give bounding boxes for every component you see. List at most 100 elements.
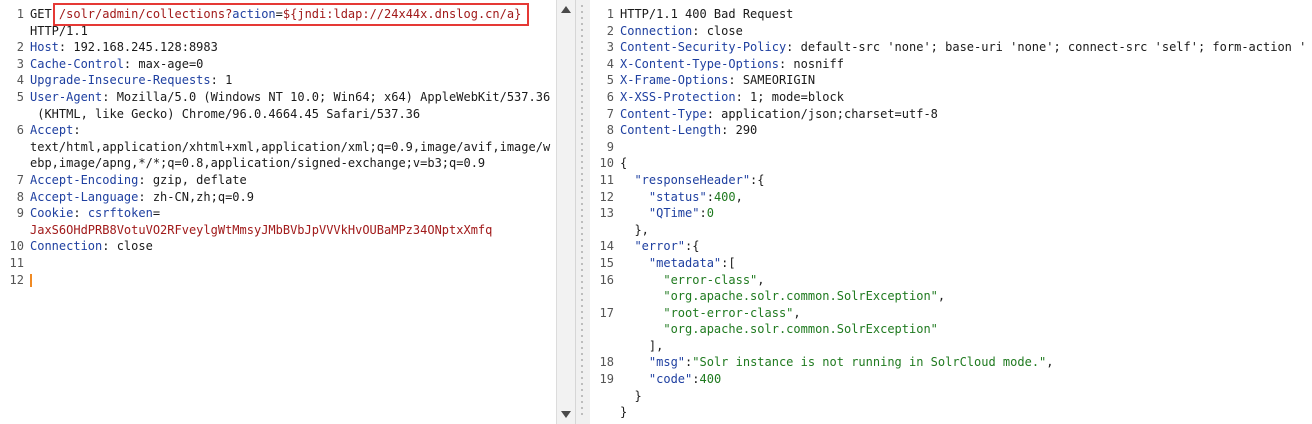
code-token: : 290 [721, 123, 758, 138]
line-number [0, 155, 30, 172]
code-token: Content-Type [620, 106, 707, 121]
request-lines: 1 GET /solr/admin/collections?action=${jn… [0, 0, 556, 288]
line-number: 11 [599, 172, 614, 187]
line-content: } [620, 404, 627, 421]
line-content: } [620, 388, 642, 405]
line-content: Content-Type: application/json;charset=u… [620, 106, 938, 123]
code-token: , [757, 272, 765, 287]
response-line: 4 X-Content-Type-Options: nosniff [590, 56, 1312, 73]
code-token: :[ [721, 255, 736, 270]
scroll-up-arrow-icon[interactable] [561, 6, 571, 13]
code-token: : nosniff [778, 56, 844, 71]
code-token: : [73, 123, 81, 138]
code-token: Host [30, 40, 59, 55]
line-number: 12 [9, 272, 24, 287]
code-token: { [620, 156, 628, 171]
line-content: text/html,application/xhtml+xml,applicat… [30, 139, 550, 156]
code-token: Content-Length [620, 123, 722, 138]
code-token: = [275, 7, 283, 21]
code-token: Accept-Language [30, 189, 139, 204]
code-token: : Mozilla/5.0 (Windows NT 10.0; Win64; x… [102, 89, 551, 104]
code-token: "error-class" [663, 272, 758, 287]
code-token: 0 [706, 206, 714, 221]
line-content: GET /solr/admin/collections?action=${jnd… [30, 6, 521, 23]
code-token: Accept [30, 123, 74, 138]
code-token: , [735, 189, 743, 204]
line-content: "org.apache.solr.common.SolrException" [620, 321, 938, 338]
line-content: "QTime":0 [620, 205, 714, 222]
response-line: 11 "responseHeader":{ [590, 172, 1312, 189]
code-token: "org.apache.solr.common.SolrException" [663, 322, 938, 337]
line-content: Cache-Control: max-age=0 [30, 56, 203, 73]
line-number: 17 [599, 305, 614, 320]
line-number: 2 [606, 23, 614, 38]
line-number: 10 [599, 156, 614, 171]
line-content: ], [620, 338, 663, 355]
code-token: Accept-Encoding [30, 172, 139, 187]
line-number [590, 222, 620, 239]
code-token: csrftoken [87, 206, 153, 221]
line-content: (KHTML, like Gecko) Chrome/96.0.4664.45 … [30, 106, 420, 123]
code-token: : [706, 189, 714, 204]
request-line: 5 User-Agent: Mozilla/5.0 (Windows NT 10.… [0, 89, 556, 106]
code-token: "msg" [648, 355, 686, 370]
code-token: : application/json;charset=utf-8 [706, 106, 938, 121]
code-token: GET [30, 7, 59, 21]
request-line: 8 Accept-Language: zh-CN,zh;q=0.9 [0, 189, 556, 206]
request-editor[interactable]: 1 GET /solr/admin/collections?action=${jn… [0, 0, 556, 424]
line-content: "responseHeader":{ [620, 172, 764, 189]
line-number: 7 [606, 106, 614, 121]
line-number: 14 [599, 239, 614, 254]
code-token: : close [692, 23, 743, 38]
code-token: "Solr instance is not running in SolrClo… [692, 355, 1047, 370]
request-line: 7 Accept-Encoding: gzip, deflate [0, 172, 556, 189]
code-token: : 1; mode=block [735, 89, 844, 104]
code-token: 400 [699, 372, 722, 387]
code-token: /solr/admin/collections? [58, 7, 233, 21]
pane-splitter[interactable] [575, 0, 591, 424]
line-content: "metadata":[ [620, 255, 736, 272]
response-line: 1 HTTP/1.1 400 Bad Request [590, 6, 1312, 23]
line-number: 6 [16, 123, 24, 138]
scroll-down-arrow-icon[interactable] [561, 411, 571, 418]
line-number [0, 222, 30, 239]
response-line: 19 "code":400 [590, 371, 1312, 388]
request-line: ebp,image/apng,*/*;q=0.8,application/sig… [0, 155, 556, 172]
line-number: 6 [606, 89, 614, 104]
code-token: ], [620, 338, 664, 353]
response-line: ], [590, 338, 1312, 355]
response-line: 8 Content-Length: 290 [590, 122, 1312, 139]
code-token: } [620, 405, 628, 420]
response-line: 13 "QTime":0 [590, 205, 1312, 222]
code-token: :{ [685, 239, 700, 254]
line-number: 15 [599, 255, 614, 270]
line-content: Content-Length: 290 [620, 122, 757, 139]
line-content: "code":400 [620, 371, 721, 388]
code-token: JaxS6OHdPRB8VotuVO2RFveylgWtMmsyJMbBVbJp… [30, 222, 493, 237]
code-token: : 192.168.245.128:8983 [58, 40, 218, 55]
code-token: "org.apache.solr.common.SolrException" [663, 289, 938, 304]
code-token: "code" [648, 372, 693, 387]
line-content: "error-class", [620, 272, 765, 289]
code-token: HTTP/1.1 400 Bad Request [620, 7, 794, 21]
line-number: 12 [599, 189, 614, 204]
line-content: Accept: [30, 122, 81, 139]
text-caret [30, 273, 32, 287]
request-line: 4 Upgrade-Insecure-Requests: 1 [0, 72, 556, 89]
request-scrollbar[interactable] [556, 0, 575, 424]
line-content: X-Content-Type-Options: nosniff [620, 56, 844, 73]
line-content: "msg":"Solr instance is not running in S… [620, 354, 1054, 371]
response-viewer[interactable]: 1 HTTP/1.1 400 Bad Request 2 Connection: cl… [590, 0, 1312, 424]
code-token: : [699, 206, 707, 221]
code-token: : [692, 372, 700, 387]
code-token: } [620, 388, 642, 403]
line-content: Host: 192.168.245.128:8983 [30, 39, 218, 56]
line-number [0, 106, 30, 123]
code-token: : max-age=0 [123, 56, 204, 71]
code-token: "status" [648, 189, 707, 204]
code-token: : 1 [210, 73, 233, 88]
line-content: "status":400, [620, 189, 743, 206]
